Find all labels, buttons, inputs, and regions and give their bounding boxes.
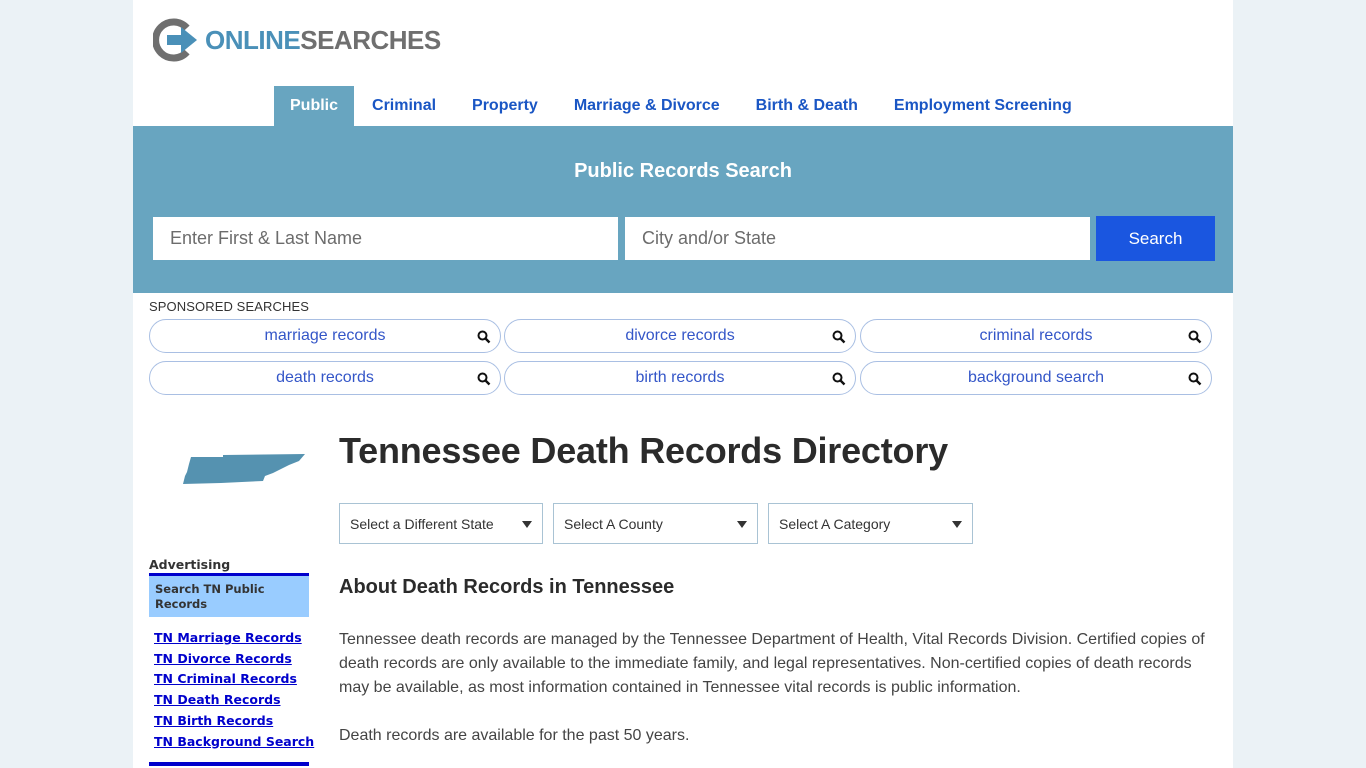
sponsored-searches-label: SPONSORED SEARCHES [149,299,310,314]
sponsored-criminal-records[interactable]: criminal records [860,319,1212,353]
page-title: Tennessee Death Records Directory [339,430,948,471]
search-icon [477,330,491,344]
sidebar-link-death[interactable]: TN Death Records [154,690,314,711]
pill-label: birth records [635,369,725,386]
nav-public[interactable]: Public [274,86,355,126]
nav-birth-death[interactable]: Birth & Death [738,86,876,126]
select-label: Select A Category [779,516,891,532]
select-label: Select a Different State [350,516,494,532]
chevron-down-icon [737,521,747,528]
main-nav: Public Criminal Property Marriage & Divo… [274,86,1090,126]
sidebar-link-criminal[interactable]: TN Criminal Records [154,669,314,690]
ad-box: Search TN Public Records [149,573,309,617]
sponsored-background-search[interactable]: background search [860,361,1212,395]
page-container: ONLINESEARCHES Public Criminal Property … [133,0,1233,768]
search-icon [832,372,846,386]
sidebar-link-background[interactable]: TN Background Search [154,732,314,753]
nav-property[interactable]: Property [454,86,556,126]
name-search-input[interactable] [153,217,618,260]
chevron-down-icon [522,521,532,528]
sponsored-divorce-records[interactable]: divorce records [504,319,856,353]
section-title: About Death Records in Tennessee [339,576,675,598]
sponsored-death-records[interactable]: death records [149,361,501,395]
search-icon [1188,330,1202,344]
search-icon [477,372,491,386]
pill-label: divorce records [625,327,735,344]
nav-employment-screening[interactable]: Employment Screening [876,86,1090,126]
pill-label: death records [276,369,374,386]
hero-title: Public Records Search [574,160,792,182]
tennessee-state-map [183,454,305,484]
state-select[interactable]: Select a Different State [339,503,543,544]
sponsored-marriage-records[interactable]: marriage records [149,319,501,353]
location-search-input[interactable] [625,217,1090,260]
nav-marriage-divorce[interactable]: Marriage & Divorce [556,86,738,126]
nav-criminal[interactable]: Criminal [354,86,454,126]
logo-text: ONLINESEARCHES [205,25,441,55]
paragraph-intro: Tennessee death records are managed by t… [339,631,1205,696]
category-select[interactable]: Select A Category [768,503,973,544]
sidebar-link-birth[interactable]: TN Birth Records [154,711,314,732]
search-hero: Public Records Search Search [133,126,1233,293]
sidebar-link-divorce[interactable]: TN Divorce Records [154,649,314,670]
search-button[interactable]: Search [1096,216,1215,261]
search-icon [1188,372,1202,386]
chevron-down-icon [952,521,962,528]
advertising-label: Advertising [149,557,231,572]
pill-label: marriage records [264,327,386,344]
ad-box-text: Search TN Public Records [155,582,265,611]
select-label: Select A County [564,516,663,532]
site-logo[interactable]: ONLINESEARCHES [153,18,441,62]
sidebar-link-marriage[interactable]: TN Marriage Records [154,628,314,649]
search-icon [832,330,846,344]
pill-label: criminal records [979,327,1093,344]
county-select[interactable]: Select A County [553,503,758,544]
sponsored-birth-records[interactable]: birth records [504,361,856,395]
pill-label: background search [967,369,1105,386]
paragraph-availability: Death records are available for the past… [339,727,690,744]
logo-power-arrow-icon [153,18,197,62]
sidebar-links: TN Marriage Records TN Divorce Records T… [154,628,314,752]
sidebar-divider [149,762,309,766]
